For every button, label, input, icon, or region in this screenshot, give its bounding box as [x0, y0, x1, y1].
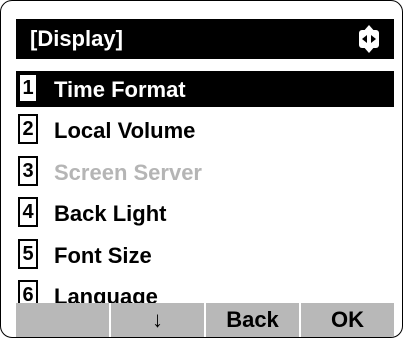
menu-item-label: Screen Server	[54, 159, 202, 185]
menu-item-back-light[interactable]: 4 Back Light	[16, 195, 394, 231]
menu-item-time-format[interactable]: 1 Time Format	[16, 71, 394, 107]
menu-item-label: Font Size	[54, 242, 152, 268]
softkey-blank[interactable]	[16, 303, 111, 337]
menu-item-number: 5	[18, 238, 38, 269]
menu-item-number: 1	[18, 73, 38, 103]
page-title: [Display]	[30, 26, 123, 51]
menu-item-label: Time Format	[54, 77, 186, 102]
softkey-bar: ↓ Back OK	[16, 303, 394, 337]
menu-list: 1 Time Format 2 Local Volume 3 Screen Se…	[16, 71, 394, 319]
menu-item-number: 3	[18, 155, 38, 186]
softkey-ok[interactable]: OK	[301, 303, 394, 337]
phone-display: [Display] 1 Time Format 2 Local Volume 3…	[0, 0, 403, 338]
menu-item-number: 2	[18, 114, 38, 145]
menu-item-screen-server: 3 Screen Server	[16, 154, 394, 190]
softkey-back[interactable]: Back	[206, 303, 301, 337]
up-down-arrow-icon	[359, 25, 379, 53]
menu-item-number: 4	[18, 197, 38, 228]
softkey-down-arrow[interactable]: ↓	[111, 303, 206, 337]
menu-item-font-size[interactable]: 5 Font Size	[16, 237, 394, 273]
menu-item-label: Local Volume	[54, 118, 196, 144]
menu-item-label: Back Light	[54, 201, 167, 227]
menu-item-local-volume[interactable]: 2 Local Volume	[16, 112, 394, 148]
title-bar: [Display]	[16, 19, 394, 59]
